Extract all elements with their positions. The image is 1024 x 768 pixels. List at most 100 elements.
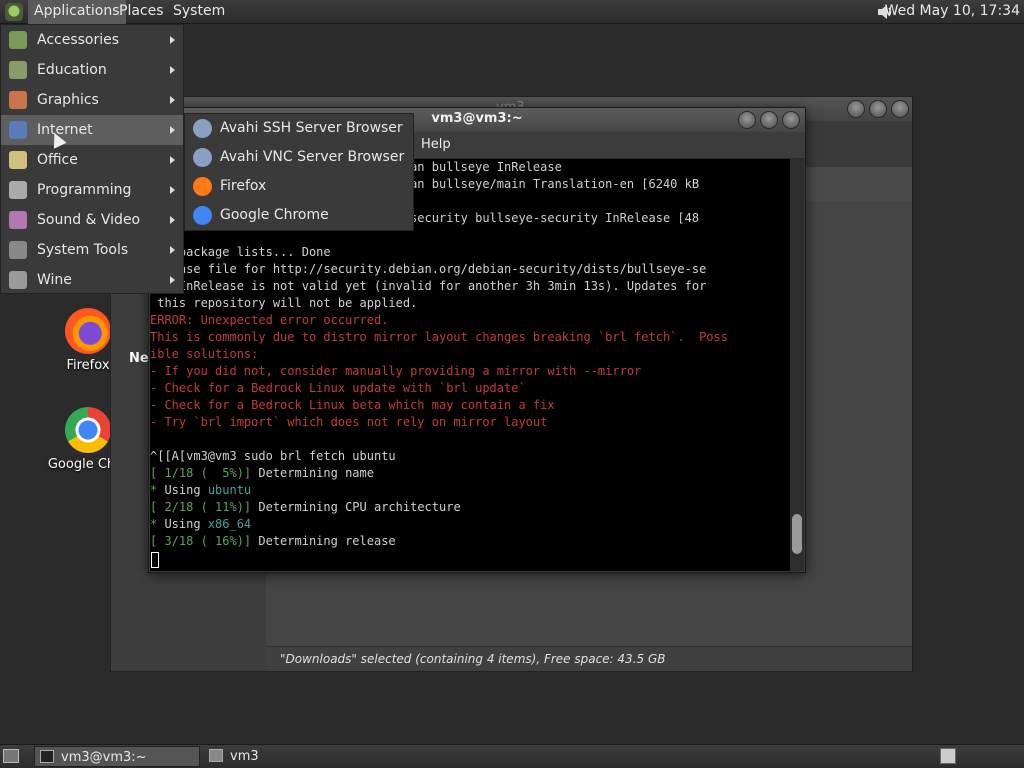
programming-icon: [9, 181, 27, 199]
submenu-item-chrome[interactable]: Google Chrome: [185, 201, 413, 230]
submenu-item-avahi-ssh[interactable]: Avahi SSH Server Browser: [185, 114, 413, 143]
terminal-cursor: [151, 552, 159, 568]
terminal-line: * Using ubuntu: [150, 482, 790, 499]
terminal-line: - Try `brl import` which does not rely o…: [150, 415, 548, 429]
menu-item-education[interactable]: Education: [1, 55, 183, 85]
accessories-icon: [9, 31, 27, 49]
menu-item-label: Wine: [37, 272, 72, 288]
education-icon: [9, 61, 27, 79]
show-desktop-icon[interactable]: [3, 749, 19, 763]
terminal-line: ^[[A[vm3@vm3 sudo brl fetch ubuntu: [150, 449, 396, 463]
applications-dropdown: Accessories Education Graphics Internet Offi…: [0, 24, 184, 294]
terminal-segment: *: [150, 483, 165, 497]
terminal-segment: Using: [164, 483, 208, 497]
taskbar-file-manager[interactable]: vm3: [204, 746, 314, 767]
menu-item-programming[interactable]: Programming: [1, 175, 183, 205]
maximize-button[interactable]: [869, 100, 887, 118]
avahi-ssh-icon: [193, 119, 212, 138]
graphics-icon: [9, 91, 27, 109]
submenu-item-label: Avahi VNC Server Browser: [220, 149, 405, 165]
firefox-icon: [193, 177, 212, 196]
terminal-scrollbar[interactable]: [790, 159, 804, 571]
system-menu[interactable]: System: [167, 0, 231, 24]
terminal-segment: x86_64: [207, 517, 252, 531]
firefox-icon: [65, 308, 111, 354]
close-button[interactable]: [782, 111, 800, 129]
terminal-menu-help[interactable]: Help: [421, 137, 451, 152]
maximize-button[interactable]: [760, 111, 778, 129]
clock[interactable]: Wed May 10, 17:34: [885, 0, 1020, 24]
menu-item-label: Office: [37, 152, 78, 168]
terminal-segment: Determining CPU architecture: [251, 500, 461, 514]
menu-item-accessories[interactable]: Accessories: [1, 25, 183, 55]
internet-icon: [9, 121, 27, 139]
workspace-switcher[interactable]: [940, 748, 956, 764]
menu-item-sound-video[interactable]: Sound & Video: [1, 205, 183, 235]
menu-item-wine[interactable]: Wine: [1, 265, 183, 295]
menu-item-office[interactable]: Office: [1, 145, 183, 175]
terminal-line: This is commonly due to distro mirror la…: [150, 330, 728, 344]
taskbar-terminal[interactable]: vm3@vm3:~: [34, 746, 200, 767]
submenu-arrow-icon: [170, 186, 175, 194]
menu-item-label: System Tools: [37, 242, 129, 258]
menu-item-label: Graphics: [37, 92, 99, 108]
sound-video-icon: [9, 211, 27, 229]
menu-item-graphics[interactable]: Graphics: [1, 85, 183, 115]
terminal-line: - If you did not, consider manually prov…: [150, 364, 642, 378]
applications-menu[interactable]: Applications: [28, 0, 126, 24]
scrollbar-thumb[interactable]: [792, 514, 802, 554]
terminal-line: ity/InRelease is not valid yet (invalid …: [150, 279, 707, 293]
wine-icon: [9, 271, 27, 289]
terminal-line: [ 2/18 ( 11%)] Determining CPU architect…: [150, 499, 790, 516]
folder-icon: [209, 749, 223, 762]
submenu-arrow-icon: [170, 156, 175, 164]
task-label: vm3: [230, 749, 259, 764]
menu-item-system-tools[interactable]: System Tools: [1, 235, 183, 265]
terminal-line: ERROR: Unexpected error occurred.: [150, 313, 389, 327]
submenu-arrow-icon: [170, 96, 175, 104]
submenu-item-avahi-vnc[interactable]: Avahi VNC Server Browser: [185, 143, 413, 172]
file-manager-status: "Downloads" selected (containing 4 items…: [266, 646, 912, 671]
menu-item-label: Sound & Video: [37, 212, 141, 228]
terminal-line: - Check for a Bedrock Linux update with …: [150, 381, 526, 395]
submenu-arrow-icon: [170, 36, 175, 44]
terminal-line: ible solutions:: [150, 347, 259, 361]
terminal-segment: ubuntu: [207, 483, 252, 497]
terminal-line: this repository will not be applied.: [150, 296, 418, 310]
minimize-button[interactable]: [847, 100, 865, 118]
gnome-foot-icon[interactable]: [5, 3, 23, 21]
sidebar-label: Ne: [129, 351, 149, 366]
terminal-line: [ 1/18 ( 5%)] Determining name: [150, 465, 790, 482]
terminal-segment: Determining release: [251, 534, 396, 548]
task-label: vm3@vm3:~: [61, 750, 147, 765]
top-panel: Applications Places System Wed May 10, 1…: [0, 0, 1024, 24]
terminal-line: Release file for http://security.debian.…: [150, 262, 707, 276]
terminal-segment: [ 1/18 ( 5%)]: [150, 466, 252, 480]
chrome-icon: [65, 407, 111, 453]
terminal-line: * Using x86_64: [150, 516, 790, 533]
chrome-icon: [193, 206, 212, 225]
close-button[interactable]: [891, 100, 909, 118]
submenu-item-firefox[interactable]: Firefox: [185, 172, 413, 201]
terminal-line: ing package lists... Done: [150, 245, 331, 259]
menu-item-internet[interactable]: Internet: [1, 115, 183, 145]
terminal-segment: [ 3/18 ( 16%)]: [150, 534, 252, 548]
submenu-arrow-icon: [170, 66, 175, 74]
menu-item-label: Programming: [37, 182, 132, 198]
minimize-button[interactable]: [738, 111, 756, 129]
terminal-segment: Determining name: [251, 466, 374, 480]
terminal-line: - Check for a Bedrock Linux beta which m…: [150, 398, 555, 412]
submenu-item-label: Google Chrome: [220, 207, 329, 223]
terminal-segment: Using: [164, 517, 208, 531]
internet-submenu: Avahi SSH Server Browser Avahi VNC Server…: [184, 113, 414, 231]
office-icon: [9, 151, 27, 169]
menu-item-label: Accessories: [37, 32, 120, 48]
submenu-item-label: Avahi SSH Server Browser: [220, 120, 403, 136]
places-menu[interactable]: Places: [113, 0, 170, 24]
submenu-arrow-icon: [170, 216, 175, 224]
submenu-item-label: Firefox: [220, 178, 267, 194]
submenu-arrow-icon: [170, 276, 175, 284]
menu-item-label: Education: [37, 62, 107, 78]
terminal-segment: *: [150, 517, 165, 531]
